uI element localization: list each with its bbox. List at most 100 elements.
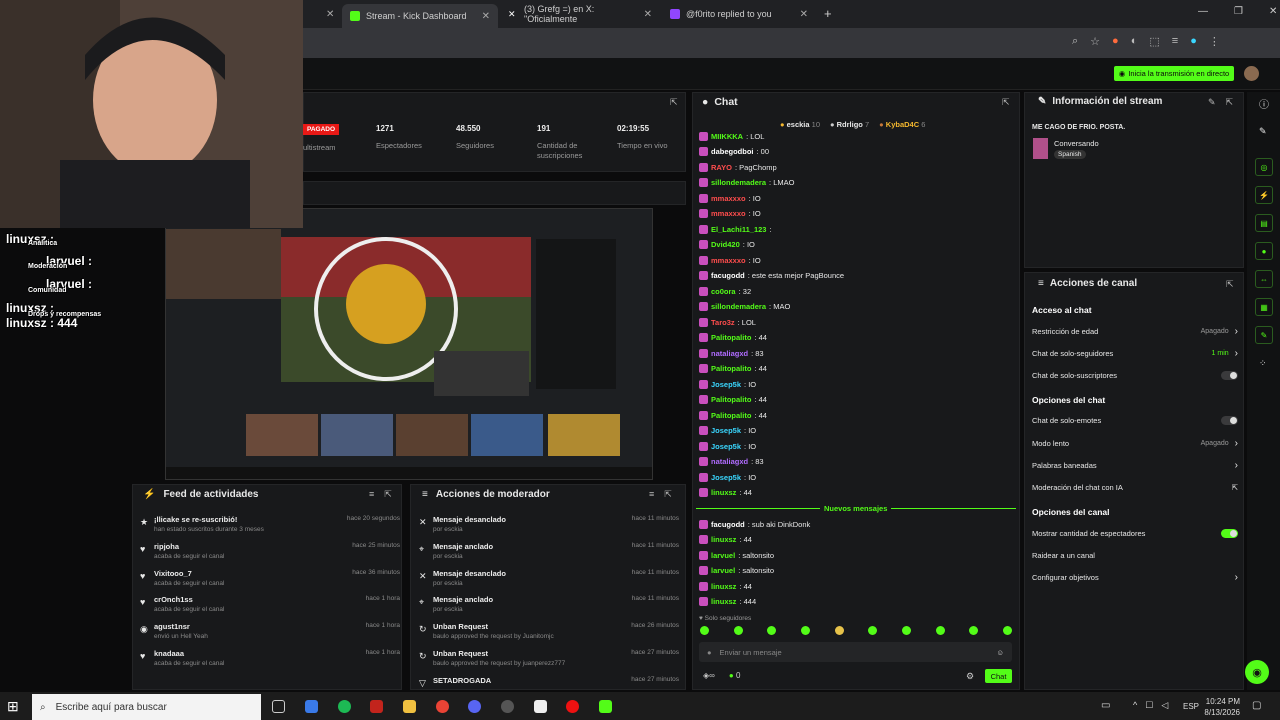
avatar[interactable]: [1244, 66, 1259, 81]
chat-message[interactable]: larvuel: saltonsito: [699, 565, 774, 577]
task-view-icon[interactable]: [272, 700, 285, 713]
chat-message[interactable]: linuxsz: 444: [699, 596, 756, 608]
emote-icon[interactable]: [935, 626, 945, 635]
popout-icon[interactable]: ⇱: [664, 489, 672, 500]
app-icon[interactable]: [305, 700, 318, 713]
keyboard-icon[interactable]: ▭: [1101, 700, 1110, 711]
chevron-right-icon[interactable]: ›: [1235, 348, 1238, 359]
toggle-switch[interactable]: [1220, 416, 1238, 426]
close-window-icon[interactable]: ✕: [1269, 6, 1277, 17]
feed-item[interactable]: Unban Request baulo approved the request …: [433, 649, 565, 667]
channel-setting-row[interactable]: Chat de solo-emotes: [1032, 414, 1238, 428]
rail-button[interactable]: ▦: [1255, 298, 1273, 316]
chat-message[interactable]: MIIKKKA: LOL: [699, 130, 764, 142]
channel-setting-row[interactable]: Restricción de edad Apagado ›: [1032, 324, 1238, 338]
emote-icon[interactable]: [868, 626, 878, 635]
discord-icon[interactable]: [468, 700, 481, 713]
app-icon[interactable]: [534, 700, 547, 713]
close-tab-icon[interactable]: ✕: [800, 9, 808, 20]
chat-username[interactable]: Palitopalito: [711, 333, 751, 342]
chat-message[interactable]: Taro3z: LOL: [699, 316, 756, 328]
chevron-right-icon[interactable]: ›: [1235, 438, 1238, 449]
chat-username[interactable]: nataliagxd: [711, 457, 748, 466]
feed-item[interactable]: ¡llicake se re-suscribió! han estado susc…: [154, 515, 264, 533]
filter-icon[interactable]: ≡: [649, 489, 654, 500]
chat-username[interactable]: larvuel: [711, 551, 735, 560]
edit-icon[interactable]: ✎: [1259, 126, 1267, 137]
chat-message[interactable]: mmaxxxo: IO: [699, 208, 761, 220]
chat-message[interactable]: Palitopalito: 44: [699, 394, 767, 406]
chat-username[interactable]: mmaxxxo: [711, 194, 746, 203]
chat-username[interactable]: Josep5k: [711, 442, 741, 451]
feed-item[interactable]: Mensaje anclado por esckia: [433, 595, 493, 613]
clock[interactable]: 10:24 PM 8/13/2026: [1200, 696, 1240, 718]
chat-message[interactable]: Josep5k: IO: [699, 378, 756, 390]
chat-message[interactable]: co0ora: 32: [699, 285, 751, 297]
zoom-icon[interactable]: ⌕: [1072, 35, 1078, 48]
chat-message[interactable]: RAYO: PagChomp: [699, 161, 777, 173]
emote-icon[interactable]: [834, 626, 844, 635]
channel-setting-row[interactable]: Moderación del chat con IA ⇱: [1032, 481, 1238, 495]
tab-kick-dashboard[interactable]: Stream - Kick Dashboard ✕: [342, 4, 498, 28]
chat-message[interactable]: linuxsz: 44: [699, 534, 752, 546]
rail-button[interactable]: ▤: [1255, 214, 1273, 232]
top-chatter[interactable]: ● KybaD4C 6: [879, 120, 925, 129]
chat-message[interactable]: mmaxxxo: IO: [699, 192, 761, 204]
emote-icon[interactable]: [901, 626, 911, 635]
emote-icon[interactable]: [969, 626, 979, 635]
emote-icon[interactable]: [700, 626, 709, 635]
chat-username[interactable]: Palitopalito: [711, 364, 751, 373]
send-chat-button[interactable]: Chat: [985, 669, 1012, 683]
chat-username[interactable]: Josep5k: [711, 426, 741, 435]
chat-username[interactable]: dabegodboi: [711, 147, 754, 156]
channel-setting-row[interactable]: Configurar objetivos ›: [1032, 571, 1238, 585]
chat-username[interactable]: facugodd: [711, 520, 745, 529]
popout-icon[interactable]: ⇱: [1226, 97, 1234, 108]
chat-message[interactable]: Josep5k: IO: [699, 440, 756, 452]
chat-message[interactable]: Palitopalito: 44: [699, 363, 767, 375]
chat-username[interactable]: nataliagxd: [711, 349, 748, 358]
channel-setting-row[interactable]: Chat de solo-suscriptores: [1032, 369, 1238, 383]
popout-icon[interactable]: ⇱: [384, 489, 392, 500]
taskbar-search[interactable]: ⌕ Escribe aquí para buscar: [32, 694, 261, 720]
feed-item[interactable]: SETADROGADA: [433, 676, 491, 687]
chat-username[interactable]: sillondemadera: [711, 302, 766, 311]
external-link-icon[interactable]: ⇱: [1232, 483, 1238, 492]
rail-button[interactable]: ◎: [1255, 158, 1273, 176]
windows-start-icon[interactable]: ⊞: [7, 698, 19, 715]
chat-message[interactable]: nataliagxd: 83: [699, 456, 764, 468]
emote-icon[interactable]: [800, 626, 810, 635]
media-icon[interactable]: ≡: [1172, 35, 1178, 48]
kick-icon[interactable]: [599, 700, 612, 713]
new-tab-button[interactable]: +: [824, 6, 832, 21]
volume-icon[interactable]: ◁: [1161, 700, 1168, 711]
profile-icon[interactable]: ●: [1190, 35, 1197, 48]
chat-username[interactable]: co0ora: [711, 287, 736, 296]
rail-button[interactable]: ⇔: [1255, 270, 1273, 288]
chat-message[interactable]: dabegodboi: 00: [699, 146, 769, 158]
extension-icon[interactable]: ◐: [1131, 35, 1138, 48]
toggle-switch[interactable]: [1220, 371, 1238, 381]
chat-message[interactable]: Josep5k: IO: [699, 471, 756, 483]
feed-item[interactable]: ripjoha acaba de seguir el canal: [154, 542, 224, 560]
chat-message[interactable]: sillondemadera: LMAO: [699, 177, 794, 189]
chevron-right-icon[interactable]: ›: [1235, 326, 1238, 337]
go-live-button[interactable]: ◉ Inicia la transmisión en directo: [1114, 66, 1234, 81]
notifications-icon[interactable]: ▢: [1252, 700, 1261, 711]
feed-item[interactable]: Unban Request baulo approved the request …: [433, 622, 554, 640]
help-button[interactable]: ◉: [1245, 660, 1269, 684]
menu-icon[interactable]: ⋮: [1209, 35, 1220, 48]
gear-icon[interactable]: ⚙: [966, 671, 974, 682]
chevron-right-icon[interactable]: ›: [1235, 460, 1238, 471]
toggle-switch[interactable]: [1221, 528, 1238, 538]
puzzle-icon[interactable]: ⬚: [1149, 35, 1159, 48]
chat-username[interactable]: mmaxxxo: [711, 209, 746, 218]
chat-message[interactable]: Josep5k: IO: [699, 425, 756, 437]
more-icon[interactable]: ⁘: [1259, 358, 1267, 369]
chat-username[interactable]: Dvid420: [711, 240, 740, 249]
close-tab-icon[interactable]: ✕: [482, 11, 490, 22]
channel-setting-row[interactable]: Mostrar cantidad de espectadores: [1032, 526, 1238, 540]
obs-icon[interactable]: [501, 700, 514, 713]
chevron-up-icon[interactable]: ^: [1133, 700, 1137, 711]
chat-username[interactable]: linuxsz: [711, 582, 736, 591]
